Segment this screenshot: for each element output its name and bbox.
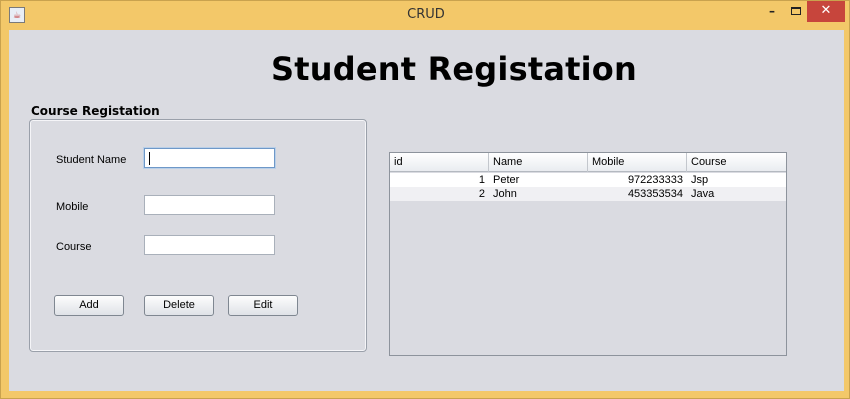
table-row[interactable]: 1 Peter 972233333 Jsp	[390, 173, 786, 187]
cell-mobile: 972233333	[627, 174, 683, 186]
content-pane: Student Registation Course Registation S…	[9, 30, 844, 391]
cell-id: 1	[478, 174, 485, 186]
cell-course: Jsp	[691, 174, 709, 186]
cell-course: Java	[691, 188, 715, 200]
student-name-label: Student Name	[56, 154, 127, 166]
close-button[interactable]: ✕	[807, 1, 845, 22]
group-title: Course Registation	[31, 104, 160, 118]
add-button[interactable]: Add	[54, 295, 124, 316]
table-header: id Name Mobile Course	[390, 153, 786, 172]
minimize-button[interactable]: –	[761, 1, 783, 22]
column-header-name[interactable]: Name	[489, 153, 588, 172]
cell-name: John	[493, 188, 517, 200]
app-window: ☕ CRUD – ✕ Student Registation Course Re…	[0, 0, 850, 399]
mobile-input[interactable]	[144, 195, 275, 215]
students-table[interactable]: id Name Mobile Course 1 Peter 972233333 …	[389, 152, 787, 356]
cell-id: 2	[478, 188, 485, 200]
maximize-button[interactable]	[785, 1, 807, 22]
page-title: Student Registation	[271, 50, 637, 88]
course-registration-panel: Student Name Mobile Course Add Delete Ed…	[29, 119, 367, 352]
window-title: CRUD	[407, 7, 445, 22]
column-header-mobile[interactable]: Mobile	[588, 153, 687, 172]
mobile-label: Mobile	[56, 201, 89, 213]
delete-button[interactable]: Delete	[144, 295, 214, 316]
column-header-course[interactable]: Course	[687, 153, 786, 172]
student-name-input[interactable]	[144, 148, 275, 168]
maximize-icon	[791, 7, 801, 15]
table-row[interactable]: 2 John 453353534 Java	[390, 187, 786, 201]
text-caret	[149, 152, 150, 165]
cell-name: Peter	[493, 174, 520, 186]
column-header-id[interactable]: id	[390, 153, 489, 172]
edit-button[interactable]: Edit	[228, 295, 298, 316]
course-input[interactable]	[144, 235, 275, 255]
title-bar[interactable]: ☕ CRUD – ✕	[1, 1, 850, 29]
course-label: Course	[56, 241, 92, 253]
cell-mobile: 453353534	[627, 188, 683, 200]
